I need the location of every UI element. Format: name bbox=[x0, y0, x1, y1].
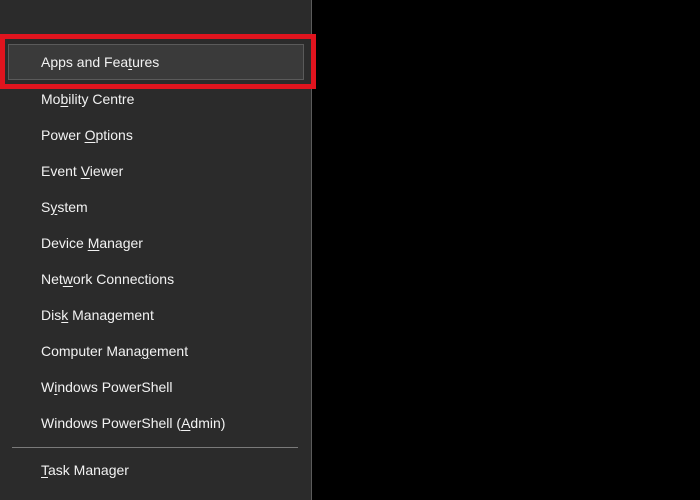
menu-item-label: Mobility Centre bbox=[41, 91, 135, 107]
menu-item-disk-management[interactable]: Disk Management bbox=[0, 297, 311, 333]
menu-item-label: Power Options bbox=[41, 127, 133, 143]
menu-item-power-options[interactable]: Power Options bbox=[0, 117, 311, 153]
menu-item-windows-powershell-admin[interactable]: Windows PowerShell (Admin) bbox=[0, 405, 311, 441]
screenshot-stage: Apps and Features Mobility Centre Power … bbox=[0, 0, 700, 500]
winx-context-menu: Apps and Features Mobility Centre Power … bbox=[0, 0, 312, 500]
menu-item-label: Network Connections bbox=[41, 271, 175, 287]
menu-item-label: System bbox=[41, 199, 88, 215]
menu-item-apps-and-features[interactable]: Apps and Features bbox=[8, 44, 304, 80]
menu-item-label: Task Manager bbox=[41, 462, 129, 478]
menu-item-label: Event Viewer bbox=[41, 163, 124, 179]
menu-item-task-manager[interactable]: Task Manager bbox=[0, 452, 311, 488]
menu-item-label: Computer Management bbox=[41, 343, 189, 359]
menu-item-label: Device Manager bbox=[41, 235, 143, 251]
menu-item-mobility-centre[interactable]: Mobility Centre bbox=[0, 81, 311, 117]
menu-item-device-manager[interactable]: Device Manager bbox=[0, 225, 311, 261]
menu-divider bbox=[12, 447, 298, 448]
menu-item-event-viewer[interactable]: Event Viewer bbox=[0, 153, 311, 189]
menu-item-label: Windows PowerShell bbox=[41, 379, 173, 395]
menu-item-computer-management[interactable]: Computer Management bbox=[0, 333, 311, 369]
menu-item-label: Disk Management bbox=[41, 307, 154, 323]
menu-item-system[interactable]: System bbox=[0, 189, 311, 225]
menu-item-windows-powershell[interactable]: Windows PowerShell bbox=[0, 369, 311, 405]
menu-item-label: Windows PowerShell (Admin) bbox=[41, 415, 226, 431]
menu-item-label: Apps and Features bbox=[41, 54, 160, 70]
menu-item-network-connections[interactable]: Network Connections bbox=[0, 261, 311, 297]
